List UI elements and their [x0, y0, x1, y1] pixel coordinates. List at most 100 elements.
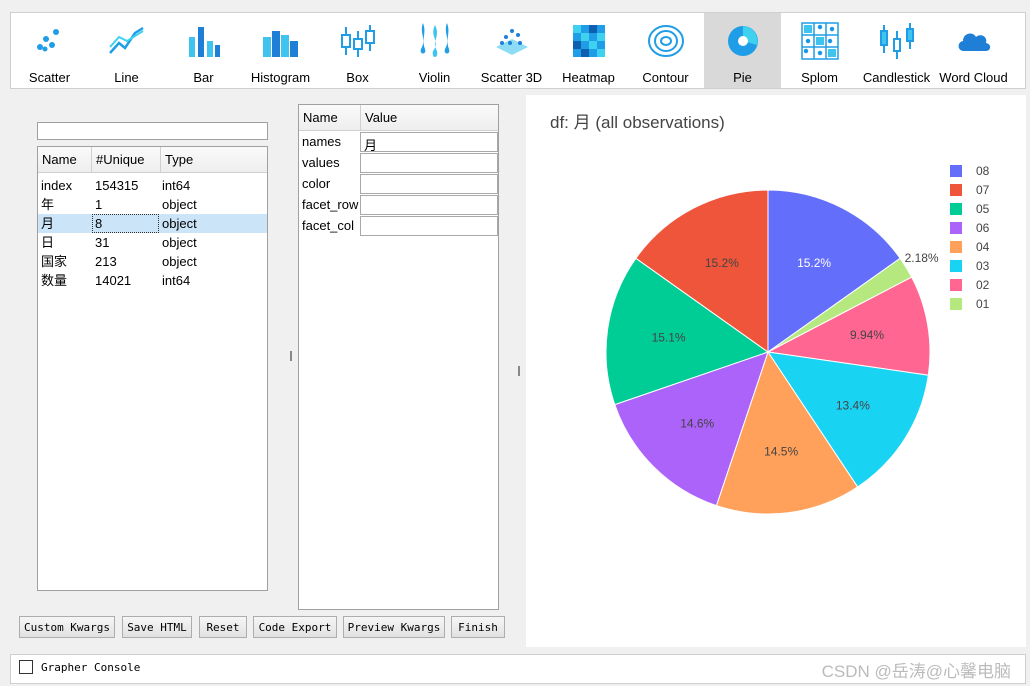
arg-label: names — [302, 134, 342, 149]
columns-table-header: Name #Unique Type — [38, 147, 267, 173]
legend-label: 07 — [976, 182, 990, 197]
tool-word-cloud[interactable]: Word Cloud — [935, 13, 1012, 88]
code-export-button[interactable]: Code Export — [253, 616, 337, 638]
header-type[interactable]: Type — [161, 147, 267, 172]
legend-item-06[interactable]: 06 — [950, 218, 989, 237]
slice-label-06: 14.6% — [680, 416, 714, 430]
arg-row-color: color — [299, 173, 498, 194]
chart-legend: 08 07 05 06 04 03 02 01 — [950, 161, 989, 313]
facet-col-field[interactable] — [360, 215, 498, 236]
cell-type: object — [162, 197, 197, 212]
tool-heatmap[interactable]: Heatmap — [550, 13, 627, 88]
watermark: CSDN @岳涛@心馨电脑 — [821, 662, 1011, 681]
legend-item-05[interactable]: 05 — [950, 199, 989, 218]
args-table: Name Value names 月 values color facet_ro… — [298, 104, 499, 610]
console-bar: Grapher Console CSDN @岳涛@心馨电脑 — [10, 654, 1026, 684]
arg-label: values — [302, 155, 340, 170]
tool-histogram[interactable]: Histogram — [242, 13, 319, 88]
tool-contour[interactable]: Contour — [627, 13, 704, 88]
tool-label: Scatter 3D — [480, 70, 543, 85]
arg-label: color — [302, 176, 331, 191]
legend-swatch — [950, 164, 962, 177]
cloud-icon — [952, 19, 996, 63]
legend-swatch — [950, 221, 962, 234]
cell-type: int64 — [162, 273, 191, 288]
header-value[interactable]: Value — [361, 105, 498, 130]
cell-unique: 213 — [95, 254, 117, 269]
tool-line[interactable]: Line — [88, 13, 165, 88]
cell-name: 月 — [41, 216, 55, 231]
table-row[interactable]: 数量 14021 int64 — [38, 271, 267, 290]
header-unique[interactable]: #Unique — [92, 147, 161, 172]
cell-unique: 31 — [95, 235, 110, 250]
legend-label: 08 — [976, 163, 990, 178]
console-checkbox[interactable] — [19, 660, 33, 674]
tool-label: Scatter — [28, 70, 71, 85]
splitter-handle[interactable] — [290, 351, 292, 361]
column-filter-input[interactable] — [37, 122, 268, 140]
slice-label-02: 9.94% — [850, 328, 884, 342]
table-row[interactable]: 国家 213 object — [38, 252, 267, 271]
header-name[interactable]: Name — [38, 147, 92, 172]
table-row[interactable]: 年 1 object — [38, 195, 267, 214]
reset-button[interactable]: Reset — [199, 616, 247, 638]
table-row[interactable]: index 154315 int64 — [38, 176, 267, 195]
line-icon — [105, 19, 149, 63]
cell-unique: 1 — [95, 197, 103, 212]
slice-label-08: 15.2% — [797, 256, 831, 270]
cell-type: object — [162, 216, 197, 231]
values-field[interactable] — [360, 152, 498, 173]
table-row[interactable]: 日 31 object — [38, 233, 267, 252]
tool-box[interactable]: Box — [319, 13, 396, 88]
args-table-header: Name Value — [299, 105, 498, 131]
legend-item-04[interactable]: 04 — [950, 237, 989, 256]
box-icon — [336, 19, 380, 63]
facet-row-field[interactable] — [360, 194, 498, 215]
tool-pie[interactable]: Pie — [704, 13, 781, 88]
cell-type: object — [162, 254, 197, 269]
tool-label: Pie — [733, 70, 752, 85]
legend-swatch — [950, 259, 962, 272]
save-html-button[interactable]: Save HTML — [122, 616, 192, 638]
cell-name: 年 — [41, 197, 55, 212]
legend-swatch — [950, 297, 962, 310]
splitter-handle[interactable] — [518, 366, 520, 376]
tool-label: Line — [114, 70, 139, 85]
console-label: Grapher Console — [41, 661, 141, 674]
tool-label: Contour — [642, 70, 689, 85]
tool-label: Word Cloud — [939, 70, 1008, 85]
slice-label-05: 15.1% — [652, 331, 686, 345]
cell-name: index — [41, 178, 73, 193]
preview-kwargs-button[interactable]: Preview Kwargs — [343, 616, 445, 638]
legend-item-07[interactable]: 07 — [950, 180, 989, 199]
tool-label: Splom — [801, 70, 838, 85]
tool-candlestick[interactable]: Candlestick — [858, 13, 935, 88]
cell-unique: 154315 — [95, 178, 139, 193]
header-name[interactable]: Name — [299, 105, 361, 130]
tool-label: Box — [346, 70, 369, 85]
tool-bar[interactable]: Bar — [165, 13, 242, 88]
arg-row-facet-col: facet_col — [299, 215, 498, 236]
names-field[interactable]: 月 — [360, 131, 498, 153]
legend-item-01[interactable]: 01 — [950, 294, 989, 313]
finish-button[interactable]: Finish — [451, 616, 505, 638]
table-row-selected[interactable]: 月 8 object — [38, 214, 267, 233]
pie-icon — [721, 19, 765, 63]
legend-label: 06 — [976, 220, 990, 235]
tool-scatter-3d[interactable]: Scatter 3D — [473, 13, 550, 88]
tool-scatter[interactable]: Scatter — [11, 13, 88, 88]
tool-violin[interactable]: Violin — [396, 13, 473, 88]
legend-item-08[interactable]: 08 — [950, 161, 989, 180]
custom-kwargs-button[interactable]: Custom Kwargs — [19, 616, 115, 638]
cell-unique: 8 — [92, 214, 159, 233]
tool-splom[interactable]: Splom — [781, 13, 858, 88]
scatter-3d-icon — [490, 19, 534, 63]
cell-unique: 14021 — [95, 273, 132, 288]
arg-label: facet_col — [302, 218, 355, 233]
legend-swatch — [950, 183, 962, 196]
color-field[interactable] — [360, 173, 498, 194]
contour-icon — [644, 19, 688, 63]
legend-item-02[interactable]: 02 — [950, 275, 989, 294]
legend-item-03[interactable]: 03 — [950, 256, 989, 275]
chart-type-toolbar: Scatter Line Bar Histogram Box Violin Sc… — [10, 12, 1026, 89]
